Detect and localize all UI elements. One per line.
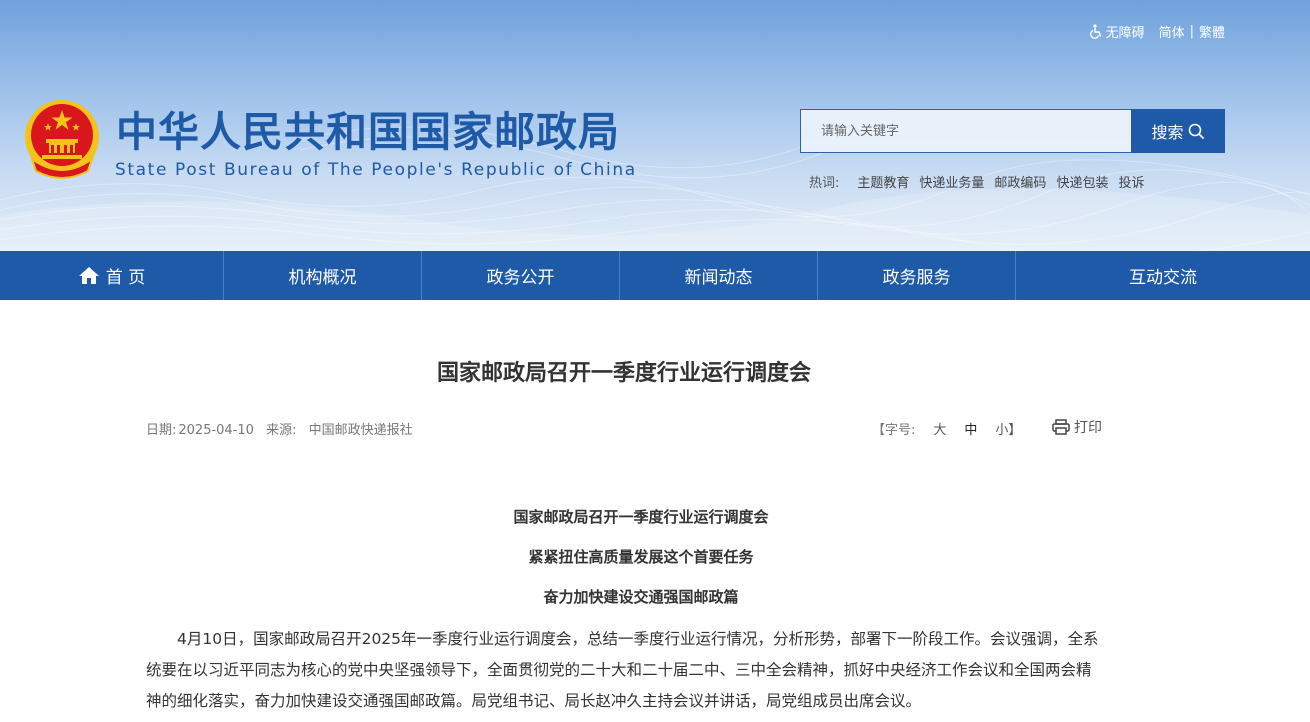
hot-word-link[interactable]: 投诉 [1118,172,1144,191]
wheelchair-icon [1089,24,1101,39]
date-label: 日期: [146,423,177,438]
article-subheading: 国家邮政局召开一季度行业运行调度会 [513,508,769,526]
print-label: 打印 [1074,420,1102,436]
lang-divider: | [1189,24,1194,39]
accessibility-label: 无障碍 [1105,26,1145,41]
font-size-small-button[interactable]: 小】 [995,419,1021,438]
nav-item-about[interactable]: 机构概况 [224,251,422,300]
source-label: 来源: [266,423,297,438]
font-size-large-button[interactable]: 大 [933,419,946,438]
top-links: 无障碍 简体 | 繁體 [1089,22,1225,41]
article-subheading: 紧紧扭住高质量发展这个首要任务 [528,548,754,566]
print-button[interactable]: 打印 [1052,417,1102,437]
national-emblem-logo[interactable] [22,97,102,181]
hot-word-link[interactable]: 快递业务量 [919,172,984,191]
article-paragraph: 4月10日，国家邮政局召开2025年一季度行业运行调度会，总结一季度行业运行情况… [146,630,1099,710]
font-size-selector: 【字号: 大 中 小】 [872,419,1021,438]
nav-item-interaction[interactable]: 互动交流 [1016,251,1310,300]
search-box: 搜索 [800,109,1225,153]
nav-item-news[interactable]: 新闻动态 [620,251,818,300]
lang-traditional-link[interactable]: 繁體 [1199,22,1225,41]
hot-word-link[interactable]: 主题教育 [857,172,909,191]
nav-item-home[interactable]: 首 页 [0,251,224,300]
search-input[interactable] [800,109,1131,153]
site-header: 无障碍 简体 | 繁體 中华人民共和国国家邮政局 State Post Bure… [0,0,1310,251]
hot-words: 热词: 主题教育 快递业务量 邮政编码 快递包装 投诉 [809,172,1154,191]
article-meta: 日期: 2025-04-10 来源: 中国邮政快递报社 [146,419,415,438]
site-title: 中华人民共和国国家邮政局 [116,108,620,156]
hot-word-link[interactable]: 邮政编码 [994,172,1046,191]
hot-words-label: 热词: [809,176,840,191]
main-nav: 首 页 机构概况 政务公开 新闻动态 政务服务 互动交流 [0,251,1310,300]
site-subtitle: State Post Bureau of The People's Republ… [115,160,637,180]
home-icon [78,267,99,284]
search-button[interactable]: 搜索 [1131,109,1225,153]
article-subheading: 奋力加快建设交通强国邮政篇 [543,588,739,606]
nav-item-label: 首 页 [105,268,146,288]
search-button-label: 搜索 [1151,123,1184,142]
nav-item-services[interactable]: 政务服务 [818,251,1016,300]
printer-icon [1052,419,1070,435]
font-size-medium-button[interactable]: 中 [964,419,977,438]
article-title: 国家邮政局召开一季度行业运行调度会 [436,361,811,386]
font-size-label: 【字号: [872,423,916,438]
accessibility-link[interactable]: 无障碍 [1089,22,1145,41]
hot-word-link[interactable]: 快递包装 [1056,172,1108,191]
article-source: 中国邮政快递报社 [308,423,413,438]
search-icon [1188,123,1204,139]
nav-item-gov-affairs[interactable]: 政务公开 [422,251,620,300]
lang-simplified-link[interactable]: 简体 [1159,22,1185,41]
article-date: 2025-04-10 [178,423,254,438]
